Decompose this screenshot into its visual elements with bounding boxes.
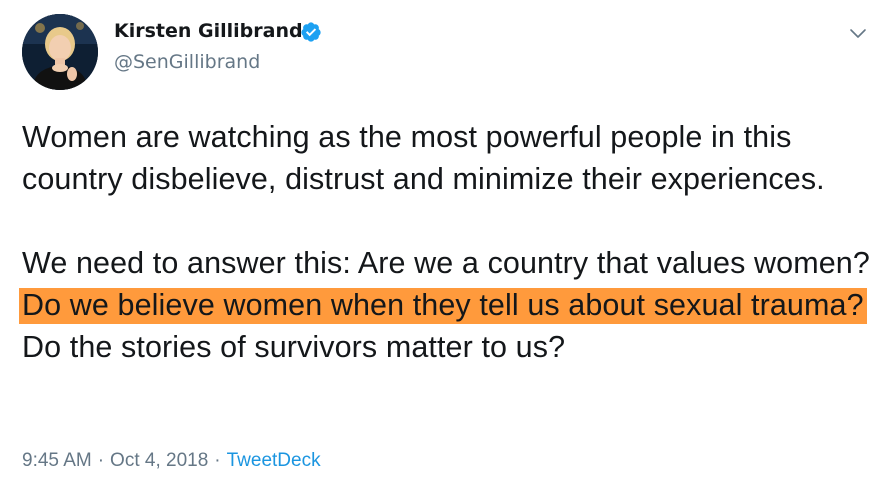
tweet-paragraph: Women are watching as the most powerful … xyxy=(22,120,825,196)
verified-badge-icon xyxy=(301,22,321,42)
tweet-time[interactable]: 9:45 AM xyxy=(22,450,92,471)
highlighted-text: Do we believe women when they tell us ab… xyxy=(19,288,867,324)
author-name[interactable]: Kirsten Gillibrand xyxy=(114,20,303,42)
meta-separator: · xyxy=(214,450,221,471)
tweet-paragraph: We need to answer this: Are we a country… xyxy=(19,242,882,368)
tweet-date[interactable]: Oct 4, 2018 xyxy=(110,450,208,471)
meta-separator: · xyxy=(97,450,105,471)
tweet-card: Kirsten Gillibrand @SenGillibrand Women … xyxy=(0,0,893,491)
profile-photo-icon xyxy=(22,14,98,90)
tweet-meta: 9:45 AM · Oct 4, 2018 · TweetDeck xyxy=(22,450,321,472)
tweet-text-segment: We need to answer this: Are we a country… xyxy=(22,246,870,280)
tweet-text-segment: Do the stories of survivors matter to us… xyxy=(22,330,566,364)
chevron-down-icon[interactable] xyxy=(847,22,869,44)
tweet-text: Women are watching as the most powerful … xyxy=(19,116,882,368)
source-link[interactable]: TweetDeck xyxy=(227,450,321,471)
avatar[interactable] xyxy=(22,14,98,90)
author-handle[interactable]: @SenGillibrand xyxy=(114,51,260,73)
